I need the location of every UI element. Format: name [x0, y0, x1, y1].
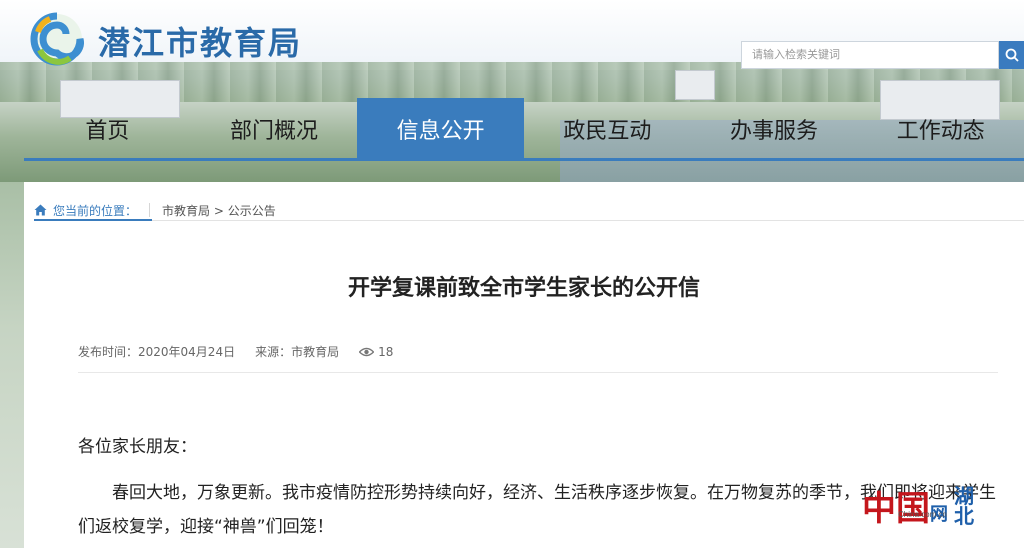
search-button[interactable] — [999, 41, 1024, 69]
view-count: 18 — [359, 345, 393, 359]
site-title[interactable]: 潜江市教育局 — [98, 18, 302, 64]
search-icon — [1005, 48, 1019, 62]
nav-item-info-disclosure[interactable]: 信息公开 — [357, 98, 525, 160]
breadcrumb-label: 您当前的位置： — [53, 203, 138, 218]
article-title: 开学复课前致全市学生家长的公开信 — [347, 276, 700, 301]
search-input[interactable]: 请输入检索关键词 — [741, 41, 999, 69]
china-net-watermark: 中国 网 湖北 China.com.cn — [862, 466, 1012, 526]
banner-building — [675, 70, 715, 100]
nav-item-home[interactable]: 首页 — [24, 98, 191, 160]
nav-item-services[interactable]: 办事服务 — [691, 98, 858, 160]
nav-underline — [24, 158, 1024, 161]
swirl-logo-icon[interactable] — [30, 12, 84, 66]
meta-divider — [78, 372, 998, 373]
nav-item-interaction[interactable]: 政民互动 — [524, 98, 691, 160]
breadcrumb-path[interactable]: 市教育局 > 公示公告 — [162, 202, 276, 219]
watermark-url: China.com.cn — [898, 510, 947, 519]
breadcrumb-divider — [149, 203, 151, 217]
nav-item-news[interactable]: 工作动态 — [857, 98, 1024, 160]
main-nav: 首页 部门概况 信息公开 政民互动 办事服务 工作动态 — [24, 98, 1024, 160]
article-greeting: 各位家长朋友： — [78, 437, 197, 457]
breadcrumb-location: 您当前的位置： — [34, 202, 137, 219]
breadcrumb-rule — [34, 220, 1024, 221]
publish-time: 发布时间：2020年04月24日 — [78, 345, 236, 359]
eye-icon — [359, 347, 375, 356]
nav-item-department[interactable]: 部门概况 — [191, 98, 358, 160]
watermark-brand: 中国 — [862, 489, 930, 529]
article-meta: 发布时间：2020年04月24日 来源：市教育局 18 — [78, 343, 413, 360]
breadcrumb-active-rule — [34, 219, 152, 221]
background-strip — [0, 182, 24, 548]
watermark-region: 湖北 — [954, 484, 974, 528]
view-count-value: 18 — [378, 344, 394, 359]
article-source: 来源：市教育局 — [255, 345, 340, 359]
home-icon — [34, 204, 47, 216]
breadcrumb: 您当前的位置： 市教育局 > 公示公告 — [34, 199, 276, 221]
